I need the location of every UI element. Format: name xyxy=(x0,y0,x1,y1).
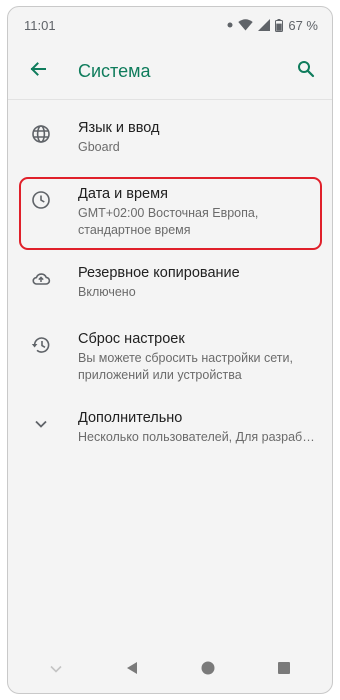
clock-icon xyxy=(8,184,74,210)
status-time: 11:01 xyxy=(24,17,56,33)
cloud-backup-icon xyxy=(8,263,74,289)
nav-hide-keyboard-button[interactable] xyxy=(36,650,76,690)
chevron-down-icon xyxy=(8,408,74,434)
signal-icon xyxy=(258,19,271,31)
settings-item-summary: Несколько пользователей, Для разработчик… xyxy=(78,430,320,444)
settings-item-language[interactable]: Язык и ввод Gboard xyxy=(8,106,332,172)
settings-item-label: Язык и ввод xyxy=(78,120,160,136)
status-bar: 11:01 67 % xyxy=(8,7,332,43)
home-circle-icon xyxy=(200,660,216,681)
restore-icon xyxy=(8,329,74,355)
app-bar: Система xyxy=(8,43,332,100)
battery-icon xyxy=(275,18,284,32)
nav-back-button[interactable] xyxy=(112,650,152,690)
settings-item-reset[interactable]: Сброс настроек Вы можете сбросить настро… xyxy=(8,317,332,396)
arrow-left-icon xyxy=(29,60,47,83)
back-triangle-icon xyxy=(124,660,140,681)
phone-screen: 11:01 67 % Система Язык и ввод Gboard Да… xyxy=(7,6,333,694)
globe-icon xyxy=(8,118,74,144)
search-button[interactable] xyxy=(280,43,332,99)
settings-item-summary: Включено xyxy=(78,285,136,299)
dot-icon xyxy=(227,22,233,28)
settings-item-label: Дополнительно xyxy=(78,410,183,426)
wifi-icon xyxy=(238,19,254,31)
search-icon xyxy=(297,60,315,83)
settings-list: Язык и ввод Gboard Дата и время GMT+02:0… xyxy=(8,100,332,462)
settings-item-label: Резервное копирование xyxy=(78,265,240,281)
navigation-bar xyxy=(8,647,332,693)
settings-item-label: Дата и время xyxy=(78,186,168,202)
page-title: Система xyxy=(78,60,151,81)
status-icons: 67 % xyxy=(227,18,318,33)
back-button[interactable] xyxy=(8,43,68,99)
settings-item-date-time[interactable]: Дата и время GMT+02:00 Восточная Европа,… xyxy=(8,172,332,251)
nav-recents-button[interactable] xyxy=(264,650,304,690)
settings-item-summary: Вы можете сбросить настройки сети, прило… xyxy=(78,351,293,382)
chevron-down-icon xyxy=(49,661,63,679)
settings-item-summary: GMT+02:00 Восточная Европа, стандартное … xyxy=(78,206,259,237)
settings-item-summary: Gboard xyxy=(78,140,120,154)
settings-item-advanced[interactable]: Дополнительно Несколько пользователей, Д… xyxy=(8,396,332,462)
recents-square-icon xyxy=(277,661,291,680)
settings-item-label: Сброс настроек xyxy=(78,331,185,347)
settings-item-backup[interactable]: Резервное копирование Включено xyxy=(8,251,332,317)
nav-home-button[interactable] xyxy=(188,650,228,690)
battery-percent: 67 % xyxy=(288,17,318,33)
